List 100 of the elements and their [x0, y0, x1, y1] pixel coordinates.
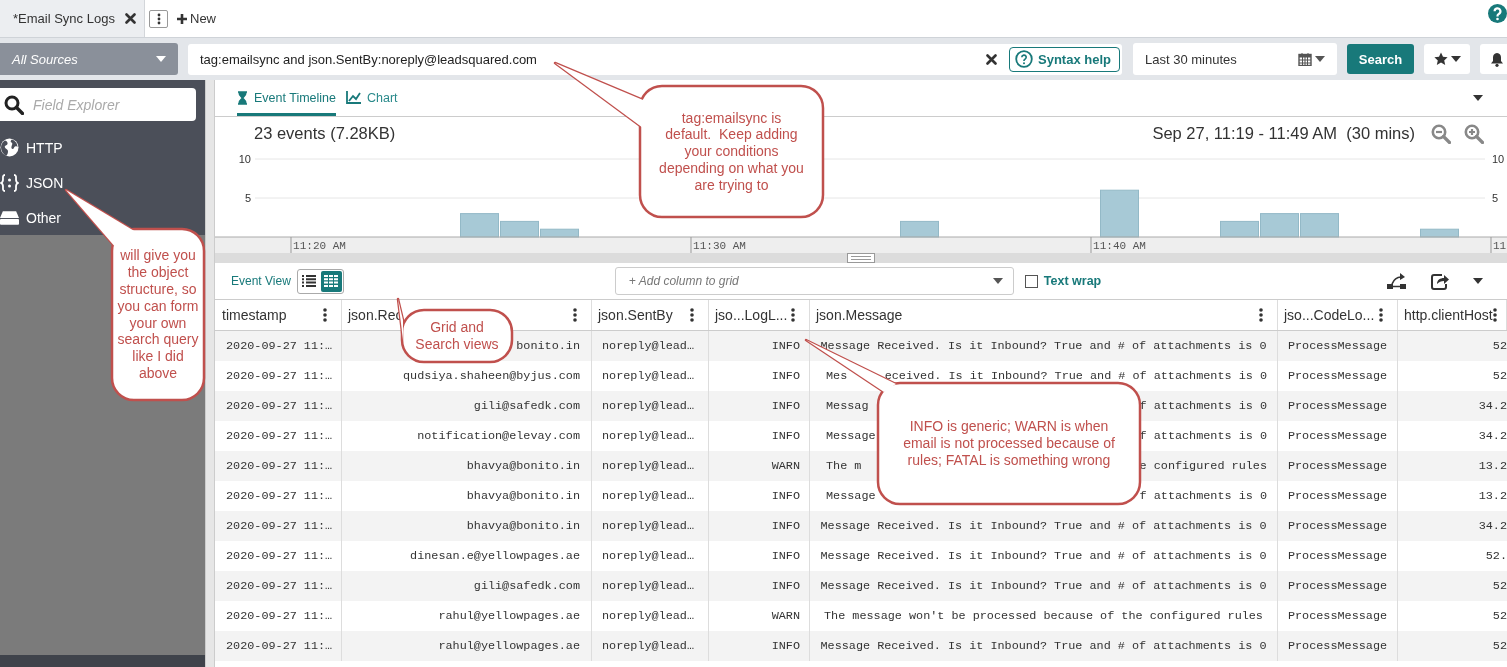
column-menu-icon[interactable] — [690, 308, 694, 322]
grid-icon — [324, 275, 339, 287]
drive-icon — [0, 209, 19, 226]
table-cell: Message Received. Is it Inbound? True and # of attachments is 0 — [810, 511, 1278, 541]
table-cell: 2020-09-27 11:… — [215, 331, 342, 361]
column-header[interactable]: json.SentBy — [592, 300, 709, 330]
table-cell: noreply@lead… — [592, 631, 709, 661]
source-value: All Sources — [12, 51, 78, 67]
add-column-dropdown[interactable]: + Add column to grid — [614, 267, 1014, 295]
axis-label: 10 — [238, 153, 251, 165]
braces-icon — [0, 173, 19, 192]
table-cell: noreply@lead… — [592, 511, 709, 541]
table-cell: Message Received. Is it Inbound? True and # of attachments is 0 — [810, 631, 1278, 661]
table-cell: gili@safedk.com — [342, 571, 592, 601]
table-cell: INFO — [709, 571, 810, 601]
column-header[interactable]: jso...LogL... — [709, 300, 810, 330]
bell-icon — [1490, 51, 1504, 67]
table-cell-text: 13.2 — [1477, 458, 1507, 475]
table-cell: ProcessMessage — [1278, 511, 1398, 541]
plus-icon — [177, 13, 187, 24]
star-icon — [1433, 52, 1448, 66]
view-tab[interactable]: Chart — [346, 80, 398, 116]
caret-icon — [992, 278, 1003, 284]
table-cell: ProcessMessage — [1278, 631, 1398, 661]
table-cell: ProcessMessage — [1278, 331, 1398, 361]
axis-label: 11:30 AM — [693, 240, 746, 252]
column-menu-icon[interactable] — [1492, 308, 1497, 322]
table-cell: noreply@lead… — [592, 571, 709, 601]
caret-icon — [1315, 56, 1325, 62]
chart-bar — [1260, 213, 1299, 238]
table-cell-text: 52 — [1491, 368, 1507, 385]
caret-icon — [156, 56, 166, 62]
column-header[interactable]: timestamp — [215, 300, 342, 330]
tab[interactable]: *Email Sync Logs — [0, 0, 145, 37]
field-group-item[interactable]: HTTP — [0, 130, 63, 165]
axis-label: 11:20 AM — [293, 240, 346, 252]
event-view-label: Event View — [231, 274, 291, 288]
column-header[interactable]: http.clientHost — [1398, 300, 1507, 330]
table-cell: noreply@lead… — [592, 451, 709, 481]
query-text: tag:emailsync and json.SentBy:noreply@leadsquared.com — [200, 51, 538, 67]
table-cell: rahul@yellowpages.ae — [342, 631, 592, 661]
line-chart-icon — [346, 91, 361, 104]
search-button[interactable]: Search — [1347, 44, 1414, 74]
table-cell: ProcessMessage — [1278, 571, 1398, 601]
table-cell-text: 52 — [1491, 638, 1507, 655]
chart-bar — [460, 213, 499, 238]
chart-bar — [1420, 228, 1459, 238]
help-icon[interactable] — [1488, 4, 1507, 23]
table-cell: INFO — [709, 631, 810, 661]
table-cell: 2020-09-27 11:… — [215, 451, 342, 481]
table-cell-text: 34.2 — [1477, 518, 1507, 535]
column-menu-icon[interactable] — [1259, 308, 1263, 322]
table-cell: ProcessMessage — [1278, 451, 1398, 481]
caret-icon[interactable] — [1473, 278, 1483, 284]
hourglass-icon — [237, 90, 248, 105]
chart-bar — [1100, 189, 1139, 238]
table-cell-text: 52 — [1491, 608, 1507, 625]
column-header[interactable]: json.Message — [810, 300, 1278, 330]
field-group-item[interactable]: Other — [0, 200, 61, 235]
close-icon[interactable] — [125, 13, 136, 24]
new-button[interactable]: New — [177, 0, 216, 37]
cell-text: Messag — [826, 399, 869, 413]
column-menu-icon[interactable] — [573, 308, 577, 322]
caret-icon[interactable] — [1473, 95, 1483, 101]
close-icon[interactable] — [986, 53, 998, 65]
field-group-item[interactable]: JSON — [0, 165, 64, 200]
caret-icon — [1450, 56, 1461, 62]
cell-text: The m — [826, 459, 862, 473]
table-cell: bhavya@bonito.in — [342, 511, 592, 541]
callout-text: will give you the object structure, so you can form your own search query like I did above — [116, 247, 200, 382]
zoom-out-icon[interactable] — [1431, 123, 1451, 144]
column-menu-icon[interactable] — [323, 308, 327, 322]
resize-handle-icon[interactable] — [847, 253, 875, 263]
table-cell: WARN — [709, 451, 810, 481]
text-wrap-checkbox[interactable] — [1024, 274, 1038, 288]
column-header[interactable]: jso...CodeLo... — [1278, 300, 1398, 330]
axis-label: 5 — [244, 192, 251, 204]
table-cell: 2020-09-27 11:… — [215, 511, 342, 541]
time-range-field[interactable]: Last 30 minutes — [1133, 43, 1337, 75]
cell-text: Message — [826, 429, 876, 443]
table-cell: Message Received. Is it Inbound? True and # of attachments is 0 — [810, 571, 1278, 601]
menu-button[interactable] — [149, 10, 168, 28]
table-cell-text: 13.2 — [1477, 488, 1507, 505]
table-cell: 2020-09-27 11:… — [215, 571, 342, 601]
axis-label: 11 — [1493, 240, 1507, 252]
favorites-button[interactable] — [1424, 44, 1470, 74]
chart-bar — [1300, 213, 1339, 238]
share-path-icon[interactable] — [1387, 272, 1407, 290]
export-icon[interactable] — [1431, 272, 1449, 290]
zoom-in-icon[interactable] — [1464, 123, 1484, 144]
cell-text: eceived. Is it Inbound? True and # of attachments is 0 — [884, 369, 1267, 383]
table-cell: gili@safedk.com — [342, 391, 592, 421]
calendar-icon — [1298, 52, 1312, 66]
callout-text: INFO is generic; WARN is when email is not processed because of rules; FATAL is something wrong — [902, 418, 1116, 469]
column-menu-icon[interactable] — [1379, 308, 1383, 322]
syntax-help-button[interactable]: Syntax help — [1009, 46, 1120, 72]
view-tab[interactable]: Event Timeline — [237, 80, 336, 116]
column-menu-icon[interactable] — [791, 308, 795, 322]
time-range-text: Last 30 minutes — [1145, 51, 1238, 67]
table-cell: 2020-09-27 11:… — [215, 391, 342, 421]
